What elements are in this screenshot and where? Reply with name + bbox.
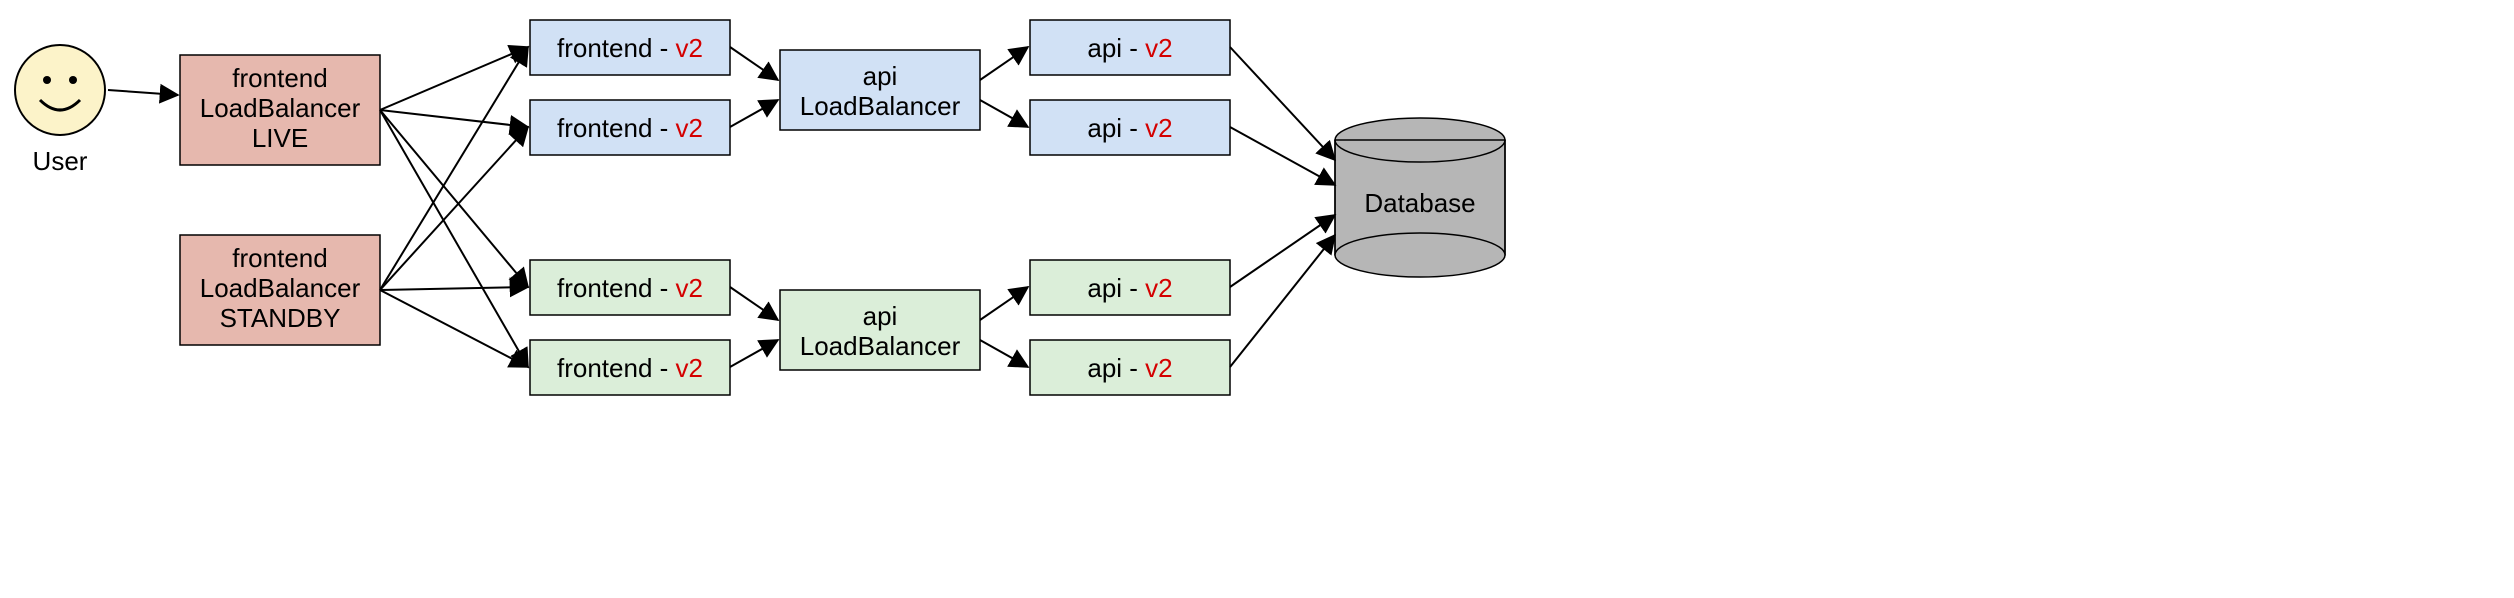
arrow-apilb-bot-api3 <box>980 287 1028 320</box>
api-v2-top-1-label: api - v2 <box>1087 33 1172 63</box>
frontend-v2-top-1-label: frontend - v2 <box>557 33 703 63</box>
arrow-standby-fe1 <box>380 47 528 290</box>
arrow-fe4-apilb-bot <box>730 340 778 367</box>
fe-lb-live-line3: LIVE <box>252 123 308 153</box>
api-lb-bottom-line2: LoadBalancer <box>800 331 961 361</box>
frontend-v2-bottom-2: frontend - v2 <box>530 340 730 395</box>
fe-lb-standby-line2: LoadBalancer <box>200 273 361 303</box>
api-v2-bottom-1-label: api - v2 <box>1087 273 1172 303</box>
api-lb-top: api LoadBalancer <box>780 50 980 130</box>
frontend-lb-standby: frontend LoadBalancer STANDBY <box>180 235 380 345</box>
arrow-live-fe2 <box>380 110 528 127</box>
arrow-apilb-top-api1 <box>980 47 1028 80</box>
arrow-standby-fe3 <box>380 287 528 290</box>
arrow-api3-db <box>1230 215 1335 287</box>
api-v2-top-2-label: api - v2 <box>1087 113 1172 143</box>
frontend-v2-top-2: frontend - v2 <box>530 100 730 155</box>
database-label: Database <box>1364 188 1475 218</box>
api-v2-bottom-1: api - v2 <box>1030 260 1230 315</box>
fe-lb-standby-line3: STANDBY <box>220 303 341 333</box>
architecture-diagram: User frontend LoadBalancer LIVE frontend… <box>0 0 2514 598</box>
arrow-apilb-top-api2 <box>980 100 1028 127</box>
api-v2-top-2: api - v2 <box>1030 100 1230 155</box>
frontend-lb-live: frontend LoadBalancer LIVE <box>180 55 380 165</box>
arrow-fe1-apilb-top <box>730 47 778 80</box>
api-lb-bottom: api LoadBalancer <box>780 290 980 370</box>
arrow-apilb-bot-api4 <box>980 340 1028 367</box>
arrow-api2-db <box>1230 127 1335 185</box>
arrow-fe3-apilb-bot <box>730 287 778 320</box>
frontend-v2-bottom-2-label: frontend - v2 <box>557 353 703 383</box>
api-lb-top-line2: LoadBalancer <box>800 91 961 121</box>
arrow-fe2-apilb-top <box>730 100 778 127</box>
api-v2-top-1: api - v2 <box>1030 20 1230 75</box>
user-label: User <box>33 146 88 176</box>
fe-lb-live-line2: LoadBalancer <box>200 93 361 123</box>
frontend-v2-bottom-1: frontend - v2 <box>530 260 730 315</box>
arrow-standby-fe2 <box>380 127 528 290</box>
frontend-v2-top-1: frontend - v2 <box>530 20 730 75</box>
frontend-v2-top-2-label: frontend - v2 <box>557 113 703 143</box>
arrow-user-fe-live <box>108 90 178 95</box>
database-node: Database <box>1335 118 1505 277</box>
arrow-live-fe1 <box>380 47 528 110</box>
fe-lb-standby-line1: frontend <box>232 243 327 273</box>
fe-lb-live-line1: frontend <box>232 63 327 93</box>
api-v2-bottom-2: api - v2 <box>1030 340 1230 395</box>
api-v2-bottom-2-label: api - v2 <box>1087 353 1172 383</box>
arrow-api4-db <box>1230 235 1335 367</box>
api-lb-bottom-line1: api <box>863 301 898 331</box>
arrow-live-fe3 <box>380 110 528 287</box>
user-actor: User <box>15 45 105 176</box>
frontend-v2-bottom-1-label: frontend - v2 <box>557 273 703 303</box>
api-lb-top-line1: api <box>863 61 898 91</box>
arrow-api1-db <box>1230 47 1335 160</box>
